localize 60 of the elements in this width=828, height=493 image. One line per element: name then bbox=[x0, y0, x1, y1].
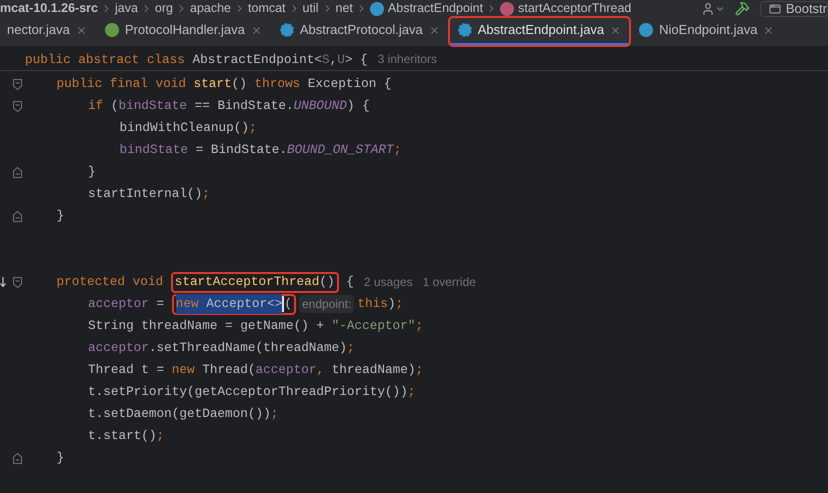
text-cursor bbox=[282, 296, 284, 312]
class-icon bbox=[370, 2, 384, 16]
close-icon[interactable] bbox=[763, 24, 774, 36]
editor-tab[interactable]: AbstractEndpoint.java bbox=[448, 17, 630, 46]
code-text: startInternal(); bbox=[88, 185, 210, 204]
unfold-icon[interactable] bbox=[13, 210, 22, 222]
unfold-icon[interactable] bbox=[13, 166, 22, 178]
code-text: } bbox=[56, 207, 64, 226]
hammer-icon[interactable] bbox=[734, 1, 750, 16]
code-text: t.setPriority(getAcceptorThreadPriority()); bbox=[88, 383, 416, 402]
breadcrumb-item[interactable]: mcat-10.1.26-src bbox=[0, 0, 98, 18]
fold-icon[interactable] bbox=[13, 78, 22, 90]
breadcrumb-item[interactable]: apache bbox=[190, 0, 232, 18]
code-text: protected void bbox=[56, 273, 164, 292]
text-selection: new Acceptor<> bbox=[176, 294, 282, 314]
code-text: bindWithCleanup(); bbox=[120, 119, 257, 138]
parameter-hint: endpoint: bbox=[299, 295, 354, 313]
breadcrumb-item[interactable]: AbstractEndpoint bbox=[370, 0, 484, 18]
breadcrumb-item[interactable]: java bbox=[114, 0, 138, 18]
abstract-class-icon bbox=[458, 23, 472, 37]
code-text: public abstract class AbstractEndpoint<S,U> { bbox=[25, 50, 368, 69]
run-configuration-button[interactable]: Bootstr bbox=[760, 0, 828, 16]
close-icon[interactable] bbox=[428, 24, 440, 36]
breadcrumb-item[interactable]: net bbox=[336, 0, 353, 18]
breadcrumb-item[interactable]: util bbox=[302, 0, 319, 18]
code-text: String threadName = getName() + "-Acceptor"; bbox=[88, 317, 424, 336]
code-text: if (bindState == BindState.UNBOUND) { bbox=[88, 97, 370, 116]
code-text: acceptor.setThreadName(threadName); bbox=[88, 339, 355, 358]
user-icon[interactable] bbox=[700, 2, 715, 16]
editor-tab[interactable]: AbstractProtocol.java bbox=[270, 17, 449, 46]
class-icon bbox=[639, 23, 654, 37]
code-text: } bbox=[56, 449, 64, 468]
code-text: t.start(); bbox=[88, 427, 164, 446]
abstract-class-icon bbox=[280, 23, 294, 37]
code-text: acceptor = bbox=[88, 295, 166, 314]
method-icon bbox=[500, 2, 514, 16]
fold-icon[interactable] bbox=[13, 276, 22, 288]
code-text: public final void start() throws Exception { bbox=[56, 75, 392, 94]
code-text: { bbox=[345, 273, 354, 292]
down-arrow-icon[interactable] bbox=[0, 277, 6, 287]
breadcrumb-item[interactable]: tomcat bbox=[248, 0, 286, 18]
code-text: this); bbox=[357, 295, 404, 314]
code-text: bindState = BindState.BOUND_ON_START; bbox=[120, 141, 402, 160]
code-text: t.setDaemon(getDaemon()); bbox=[88, 405, 278, 424]
close-icon[interactable] bbox=[76, 24, 87, 36]
code-text: } bbox=[88, 163, 96, 182]
interface-icon bbox=[104, 23, 119, 37]
editor-tab[interactable]: ProtocolHandler.java bbox=[96, 17, 271, 46]
code-text: Thread t = new Thread(acceptor, threadName); bbox=[88, 361, 424, 380]
fold-icon[interactable] bbox=[13, 100, 22, 112]
editor-tab[interactable]: NioEndpoint.java bbox=[630, 17, 784, 46]
close-icon[interactable] bbox=[610, 24, 622, 36]
code-text: ( bbox=[284, 295, 292, 314]
breadcrumb-item[interactable]: startAcceptorThread bbox=[500, 0, 632, 18]
unfold-icon[interactable] bbox=[13, 452, 22, 464]
code-text: startAcceptorThread() bbox=[174, 273, 335, 292]
window-icon bbox=[768, 2, 781, 14]
breadcrumb-item[interactable]: org bbox=[154, 0, 173, 18]
close-icon[interactable] bbox=[250, 24, 262, 36]
editor-tab[interactable]: nector.java bbox=[0, 17, 96, 46]
